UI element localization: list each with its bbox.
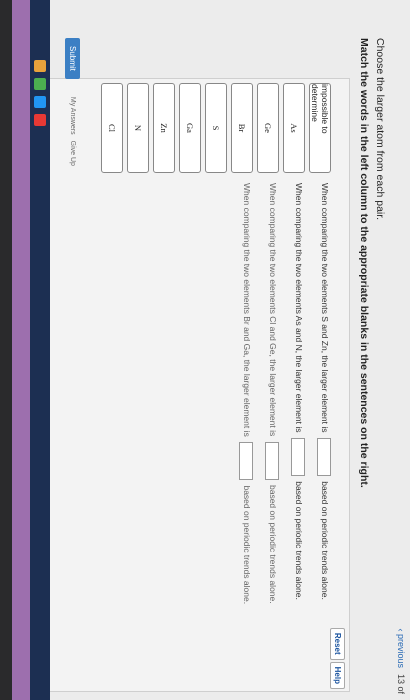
word-tile-n[interactable]: N	[127, 83, 149, 173]
word-bank: impossible to determine As Ge Br S Ga Zn…	[101, 83, 331, 173]
reset-button[interactable]: Reset	[330, 627, 345, 660]
browser-sidebar	[12, 0, 30, 700]
sentence-1-tail: based on periodic trends alone.	[319, 481, 330, 600]
app-icon[interactable]	[34, 60, 46, 72]
app-icon[interactable]	[34, 96, 46, 108]
previous-link[interactable]: ‹ previous	[396, 628, 406, 668]
os-taskbar	[30, 0, 50, 700]
sentence-3-text: When comparing the two elements Cl and G…	[267, 183, 278, 437]
sentence-4-tail: based on periodic trends alone.	[241, 485, 252, 605]
sentence-3-blank[interactable]	[265, 441, 279, 480]
footer-links: My Answers Give Up	[69, 97, 76, 166]
word-tile-impossible[interactable]: impossible to determine	[309, 83, 331, 173]
word-tile-br[interactable]: Br	[231, 83, 253, 173]
sentence-2-text: When comparing the two elements As and N…	[293, 183, 304, 433]
sentence-2: When comparing the two elements As and N…	[291, 183, 305, 683]
assignment-page: ‹ previous 13 of Choose the larger atom …	[30, 0, 410, 700]
word-tile-ge[interactable]: Ge	[257, 83, 279, 173]
instruction-line-1: Choose the larger atom from each pair.	[374, 38, 386, 221]
sentence-3-tail: based on periodic trends alone.	[267, 485, 278, 604]
matching-panel: Reset Help impossible to determine As Ge…	[38, 78, 350, 692]
sentence-3: When comparing the two elements Cl and G…	[265, 183, 279, 683]
screen: ‹ previous 13 of Choose the larger atom …	[12, 0, 410, 700]
sentence-1: When comparing the two elements S and Zn…	[317, 183, 331, 683]
footer-actions: Submit My Answers Give Up	[65, 38, 80, 166]
top-navigation: ‹ previous 13 of	[392, 0, 410, 700]
app-icon[interactable]	[34, 114, 46, 126]
instruction-line-2: Match the words in the left column to th…	[358, 38, 370, 488]
my-answers-link[interactable]: My Answers	[69, 97, 76, 135]
word-tile-as[interactable]: As	[283, 83, 305, 173]
sentence-4-blank[interactable]	[239, 442, 253, 481]
word-tile-ga[interactable]: Ga	[179, 83, 201, 173]
submit-button[interactable]: Submit	[65, 38, 80, 79]
sentence-list: When comparing the two elements S and Zn…	[227, 183, 331, 683]
sentence-4-text: When comparing the two elements Br and G…	[241, 183, 252, 437]
panel-toolbar: Reset Help	[330, 627, 345, 689]
word-tile-cl[interactable]: Cl	[101, 83, 123, 173]
help-button[interactable]: Help	[330, 661, 345, 689]
sentence-2-tail: based on periodic trends alone.	[293, 481, 304, 600]
page-counter: 13 of	[396, 673, 406, 694]
word-tile-s[interactable]: S	[205, 83, 227, 173]
give-up-link[interactable]: Give Up	[69, 141, 76, 166]
sentence-4: When comparing the two elements Br and G…	[239, 183, 253, 683]
sentence-1-blank[interactable]	[317, 437, 331, 476]
app-icon[interactable]	[34, 78, 46, 90]
word-tile-zn[interactable]: Zn	[153, 83, 175, 173]
sentence-1-text: When comparing the two elements S and Zn…	[319, 183, 330, 433]
sentence-2-blank[interactable]	[291, 437, 305, 476]
